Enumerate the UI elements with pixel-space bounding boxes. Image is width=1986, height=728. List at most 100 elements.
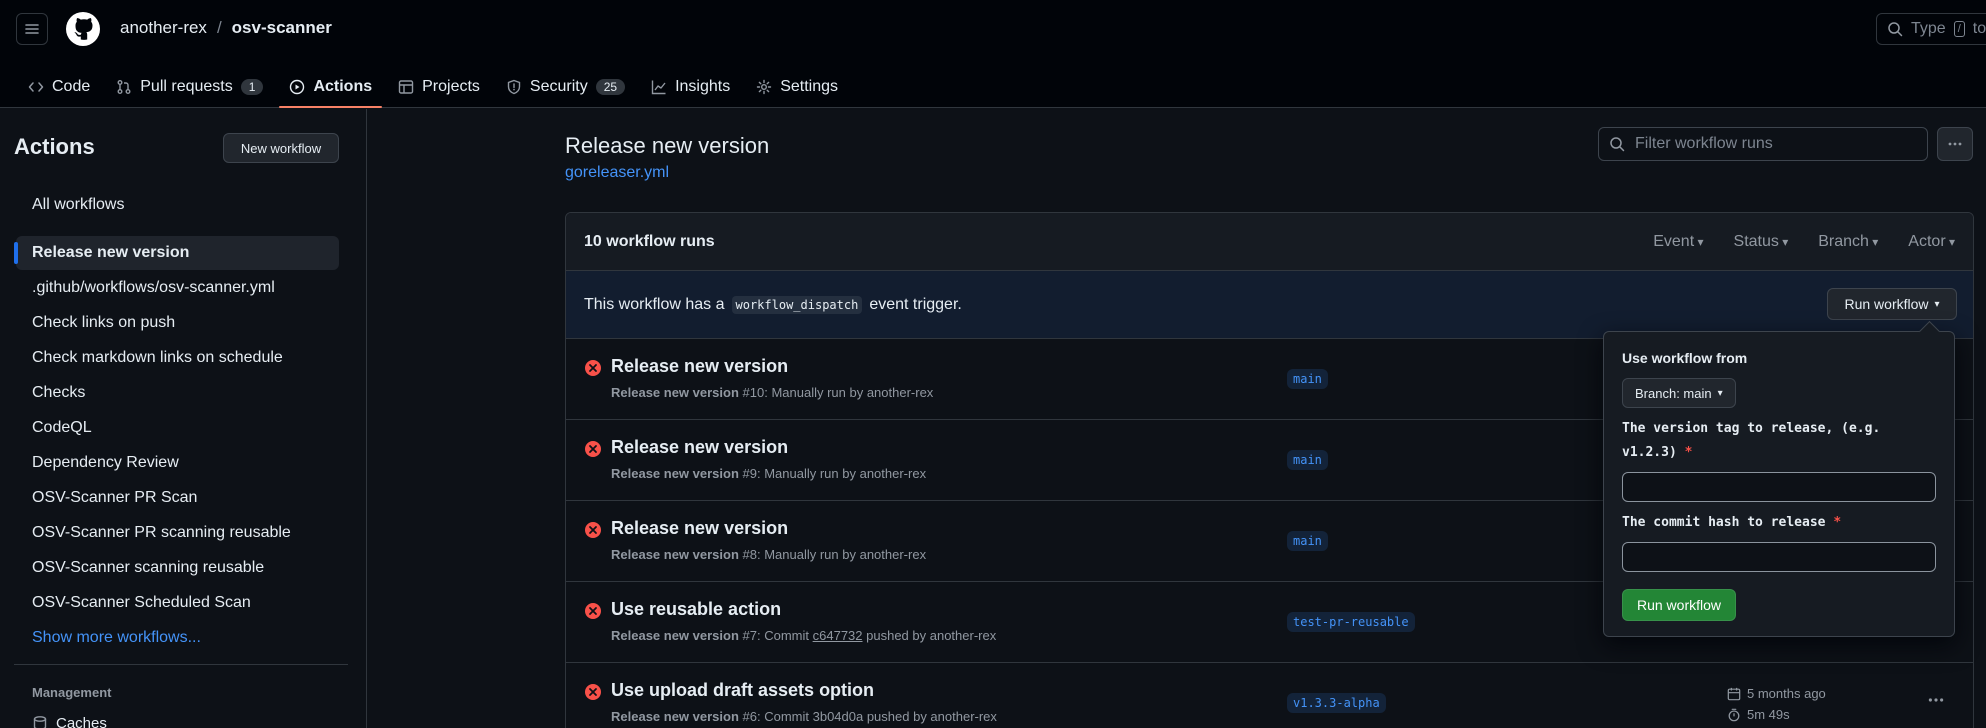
sidebar-item-osv-scheduled-scan[interactable]: OSV-Scanner Scheduled Scan [16,586,339,620]
dispatch-code: workflow_dispatch [731,296,863,314]
run-workflow-dropdown-button[interactable]: Run workflow ▾ [1827,288,1957,320]
run-detail: #6: Commit 3b04d0a pushed by another-rex [742,709,997,724]
branch-select-label: Branch: main [1635,385,1712,401]
branch-filter-dropdown[interactable]: Branch [1818,233,1878,251]
sidebar-item-osv-pr-scanning-reusable[interactable]: OSV-Scanner PR scanning reusable [16,516,339,550]
tab-pull-requests[interactable]: Pull requests 1 [106,66,273,108]
workflow-run-row[interactable]: Use upload draft assets option Release n… [566,663,1973,728]
table-icon [398,80,414,94]
top-header: another-rex / osv-scanner Type / to Code… [0,0,1986,108]
kebab-horizontal-icon[interactable] [1927,691,1945,709]
runs-count: 10 workflow runs [584,233,715,250]
sidebar-item-osv-scanning-reusable[interactable]: OSV-Scanner scanning reusable [16,551,339,585]
search-shortcut-key: / [1953,21,1965,37]
x-circle-fill-icon [585,603,601,619]
sidebar-item-codeql[interactable]: CodeQL [16,411,339,445]
tab-actions[interactable]: Actions [279,66,382,108]
x-circle-fill-icon [585,522,601,538]
tab-label: Projects [422,78,480,95]
tab-security[interactable]: Security 25 [496,66,635,108]
search-placeholder: Type [1911,20,1946,37]
database-icon [33,716,47,728]
run-detail: #8: Manually run by another-rex [742,547,927,562]
runs-header: 10 workflow runs Event Status Branch Act… [566,213,1973,271]
run-detail: #7: Commit [742,628,809,643]
branch-label[interactable]: v1.3.3-alpha [1287,693,1386,713]
event-filter-dropdown[interactable]: Event [1653,233,1703,251]
new-workflow-button[interactable]: New workflow [223,133,339,163]
security-count-badge: 25 [595,79,626,95]
search-placeholder-suffix: to [1972,20,1986,37]
run-title[interactable]: Use upload draft assets option [611,680,874,701]
sidebar-item-check-markdown-links[interactable]: Check markdown links on schedule [16,341,339,375]
commit-link[interactable]: c647732 [813,628,863,643]
run-subtitle: Release new version #9: Manually run by … [611,466,926,481]
branch-select-button[interactable]: Branch: main ▾ [1622,378,1736,408]
filter-workflow-runs-input[interactable]: Filter workflow runs [1598,127,1928,161]
search-icon [1610,137,1625,152]
pull-request-icon [117,80,131,94]
show-more-workflows-link[interactable]: Show more workflows... [16,621,339,655]
run-workflow-popover: Use workflow from Branch: main ▾ The ver… [1603,331,1955,637]
page-title: Release new version [565,133,770,158]
repo-name-link[interactable]: osv-scanner [232,18,332,38]
run-filters: Event Status Branch Actor [1653,233,1955,251]
sidebar-item-release-new-version[interactable]: Release new version [14,236,339,270]
tab-label: Code [52,78,91,95]
global-search-input[interactable]: Type / to [1876,13,1986,45]
sidebar-item-all-workflows[interactable]: All workflows [16,188,339,222]
popover-heading: Use workflow from [1622,350,1748,366]
tab-settings[interactable]: Settings [746,66,848,108]
run-workflow-name: Release new version [611,466,739,481]
commit-hash-label-text: The commit hash to release [1622,515,1826,530]
run-detail: #9: Manually run by another-rex [742,466,927,481]
tab-label: Pull requests [140,78,233,95]
branch-label[interactable]: main [1287,450,1328,470]
run-meta: 5 months ago 5m 49s [1727,683,1826,725]
status-filter-dropdown[interactable]: Status [1734,233,1789,251]
sidebar-item-osv-pr-scan[interactable]: OSV-Scanner PR Scan [16,481,339,515]
tab-projects[interactable]: Projects [388,66,490,108]
run-subtitle: Release new version #6: Commit 3b04d0a p… [611,709,997,724]
version-tag-input[interactable] [1622,472,1936,502]
branch-label[interactable]: test-pr-reusable [1287,612,1415,632]
tab-code[interactable]: Code [18,66,100,108]
x-circle-fill-icon [585,360,601,376]
commit-hash-input[interactable] [1622,542,1936,572]
dispatch-banner: This workflow has a workflow_dispatch ev… [566,271,1973,339]
sidebar-item-caches[interactable]: Caches [32,715,107,728]
sidebar-divider [14,664,348,665]
run-title[interactable]: Release new version [611,437,788,458]
version-tag-label-line2: v1.2.3) [1622,445,1677,460]
sidebar-item-osv-scanner-yml[interactable]: .github/workflows/osv-scanner.yml [16,271,339,305]
run-workflow-name: Release new version [611,709,739,724]
run-title[interactable]: Release new version [611,356,788,377]
repo-owner-link[interactable]: another-rex [120,18,207,38]
run-date: 5 months ago [1747,686,1826,701]
caches-label: Caches [56,715,107,728]
run-title[interactable]: Release new version [611,518,788,539]
run-title[interactable]: Use reusable action [611,599,781,620]
sidebar-item-checks[interactable]: Checks [16,376,339,410]
run-subtitle: Release new version #10: Manually run by… [611,385,933,400]
gear-icon [757,79,772,95]
hamburger-icon [25,24,39,34]
filter-placeholder: Filter workflow runs [1635,135,1773,152]
menu-button[interactable] [16,13,48,45]
breadcrumb-separator: / [216,18,222,37]
sidebar-item-dependency-review[interactable]: Dependency Review [16,446,339,480]
actor-filter-dropdown[interactable]: Actor [1908,233,1955,251]
actions-sidebar: Actions New workflow All workflows Relea… [0,109,367,728]
sidebar-item-check-links-on-push[interactable]: Check links on push [16,306,339,340]
code-icon [28,82,44,92]
run-duration: 5m 49s [1747,707,1790,722]
branch-label[interactable]: main [1287,369,1328,389]
dispatch-text-suffix: event trigger. [869,296,962,313]
branch-label[interactable]: main [1287,531,1328,551]
github-logo-icon[interactable] [65,11,101,47]
graph-icon [651,80,666,95]
run-workflow-submit-button[interactable]: Run workflow [1622,589,1736,621]
workflow-file-link[interactable]: goreleaser.yml [565,164,669,182]
more-options-button[interactable] [1937,127,1973,161]
tab-insights[interactable]: Insights [641,66,740,108]
